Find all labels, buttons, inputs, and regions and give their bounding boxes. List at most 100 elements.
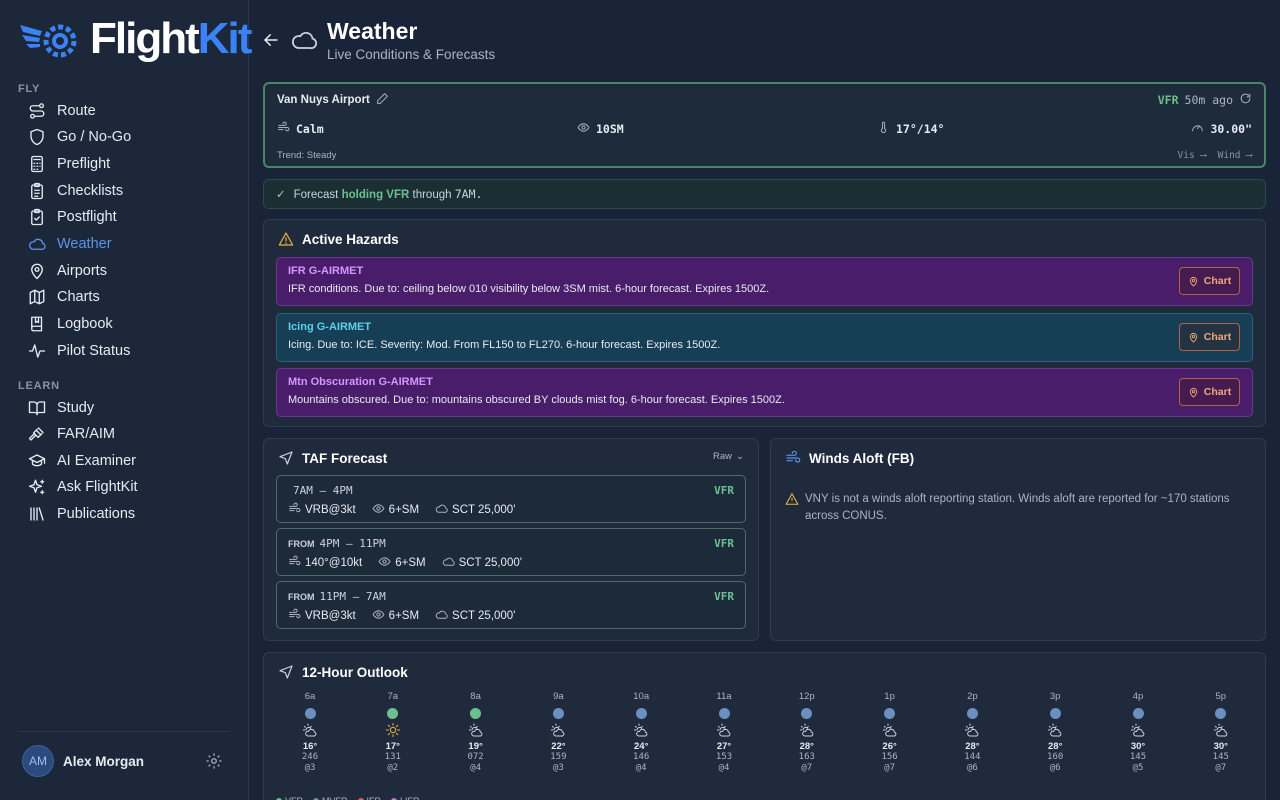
hour-column: 3p 28° 160 @6 (1025, 691, 1085, 774)
sidebar-item-publications[interactable]: Publications (28, 503, 135, 525)
chart-button[interactable]: Chart (1179, 323, 1240, 351)
sidebar-item-postflight[interactable]: Postflight (28, 206, 117, 228)
sidebar-item-checklists[interactable]: Checklists (28, 180, 123, 202)
hour-wind-dir: 153 (715, 752, 733, 762)
chart-button[interactable]: Chart (1179, 378, 1240, 406)
partly-cloudy-icon (302, 723, 317, 737)
hour-column: 2p 28° 144 @6 (942, 691, 1002, 774)
partly-cloudy-icon (1048, 723, 1062, 737)
hour-temp: 28° (1048, 741, 1063, 752)
hour-temp: 16° (302, 741, 318, 752)
hour-label: 3p (1049, 691, 1061, 702)
cloud-icon (29, 238, 46, 250)
hour-wind-dir: 163 (798, 752, 815, 762)
category-dot (801, 708, 813, 719)
visibility-readout: 10SM (577, 121, 624, 137)
sidebar-item-charts[interactable]: Charts (28, 286, 100, 308)
sidebar-item-logbook[interactable]: Logbook (28, 313, 113, 335)
hour-label: 1p (884, 691, 895, 702)
gauge-icon (1191, 121, 1204, 137)
raw-toggle[interactable]: Raw ⌄ (713, 451, 744, 462)
sidebar-item-pilot-status[interactable]: Pilot Status (28, 340, 130, 362)
sidebar-item-far-aim[interactable]: FAR/AIM (28, 423, 115, 445)
navigation-icon (279, 451, 293, 465)
legend-item: IFR (357, 796, 381, 800)
shield-icon (30, 128, 44, 146)
hour-temp: 30° (1213, 741, 1228, 752)
pencil-icon[interactable] (376, 92, 389, 108)
hour-column: 6a 16° 246 @3 (280, 691, 340, 774)
taf-period: 7AM – 4PM VFR VRB@3kt 6+SM SCT 25,000' (276, 475, 746, 523)
trend-text: Trend: Steady (277, 150, 337, 161)
hour-wind-speed: @7 (801, 763, 813, 773)
logo-text: FlightKit (90, 14, 252, 63)
sidebar-item-ai-examiner[interactable]: AI Examiner (28, 450, 136, 472)
category-dot (884, 708, 896, 719)
hour-label: 9a (553, 691, 564, 702)
temperature-readout: 17°/14° (877, 121, 944, 137)
back-arrow-icon[interactable] (262, 31, 280, 49)
partly-cloudy-icon (1213, 723, 1228, 737)
hour-column: 7a 17° 131 @2 (363, 691, 423, 774)
user-profile[interactable]: AM Alex Morgan (22, 745, 144, 777)
sidebar-item-ask-flightkit[interactable]: Ask FlightKit (28, 476, 138, 498)
warning-icon (278, 232, 294, 246)
sidebar-item-weather[interactable]: Weather (28, 233, 112, 255)
station-name: Van Nuys Airport (277, 92, 389, 108)
hour-label: 6a (304, 691, 316, 702)
hour-label: 12p (798, 691, 815, 702)
sidebar-item-route[interactable]: Route (28, 100, 96, 122)
hour-wind-speed: @4 (470, 763, 482, 773)
chart-button[interactable]: Chart (1179, 267, 1240, 295)
legend-item: VFR (276, 796, 303, 800)
hour-label: 4p (1132, 691, 1144, 702)
clipboard-list-icon (31, 182, 43, 200)
hour-wind-dir: 131 (384, 752, 401, 762)
activity-icon (28, 344, 46, 358)
flightkit-logo[interactable]: FlightKit (18, 14, 252, 64)
wind-icon (277, 121, 290, 137)
settings-button[interactable] (205, 752, 223, 770)
refresh-icon[interactable] (1239, 92, 1252, 108)
hour-wind-dir: 246 (301, 752, 319, 762)
eye-icon (372, 502, 385, 518)
map-pin-icon (1189, 332, 1197, 343)
outlook-title: 12-Hour Outlook (278, 664, 408, 680)
hour-temp: 17° (385, 741, 400, 752)
hour-wind-speed: @6 (1049, 763, 1061, 773)
cloud-icon (435, 608, 448, 624)
hour-temp: 22° (551, 741, 566, 752)
hour-wind-speed: @3 (304, 763, 316, 773)
winged-gear-icon (20, 24, 77, 58)
partly-cloudy-icon (634, 723, 648, 737)
metar-card[interactable]: Van Nuys Airport VFR 50m ago Calm 10SM 1… (263, 82, 1266, 168)
hour-wind-speed: @3 (552, 763, 564, 773)
category-dot (966, 708, 978, 719)
check-icon: ✓ (276, 189, 286, 201)
avatar: AM (22, 745, 54, 777)
sidebar-item-preflight[interactable]: Preflight (28, 153, 110, 175)
sidebar-item-go-no-go[interactable]: Go / No-Go (28, 126, 131, 148)
arrow-right-icon: ⟶ (1200, 150, 1207, 161)
hour-temp: 26° (882, 741, 897, 752)
hour-label: 5p (1215, 691, 1227, 702)
hour-wind-speed: @7 (1215, 763, 1227, 773)
nav-section-learn: LEARN (18, 380, 60, 392)
partly-cloudy-icon (716, 723, 731, 737)
sidebar-item-airports[interactable]: Airports (28, 260, 107, 282)
taf-period: FROM 11PM – 7AM VFR VRB@3kt 6+SM SCT 25,0… (276, 581, 746, 629)
hour-wind-dir: 146 (633, 752, 650, 762)
map-icon (29, 289, 45, 305)
hour-column: 11a 27° 153 @4 (694, 691, 754, 774)
hazard-ifr-airmet: IFR G-AIRMET IFR conditions. Due to: cei… (276, 257, 1253, 306)
sidebar-divider (18, 731, 230, 732)
eye-icon (372, 608, 385, 624)
gear-icon (206, 753, 222, 769)
sidebar-item-study[interactable]: Study (28, 397, 94, 419)
hour-column: 4p 30° 145 @5 (1108, 691, 1168, 774)
hazard-icing-airmet: Icing G-AIRMET Icing. Due to: ICE. Sever… (276, 313, 1253, 362)
hour-column: 10a 24° 146 @4 (611, 691, 671, 774)
hour-label: 11a (716, 691, 732, 702)
hour-label: 10a (633, 691, 650, 702)
hour-column: 1p 26° 156 @7 (860, 691, 920, 774)
